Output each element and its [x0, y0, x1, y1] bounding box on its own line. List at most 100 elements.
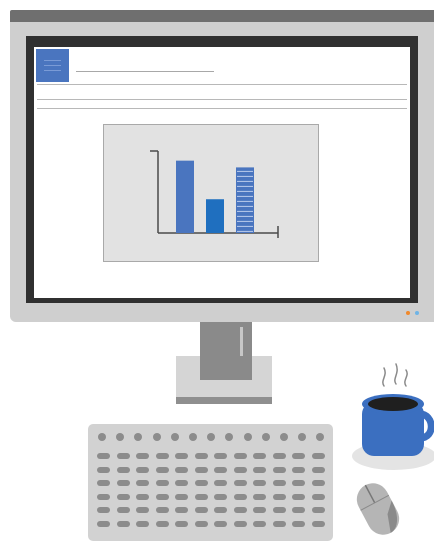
- mouse-svg: [356, 483, 400, 535]
- keyboard-key: [292, 480, 305, 486]
- keyboard-key: [116, 453, 130, 459]
- keyboard-key: [272, 453, 286, 459]
- document-icon-line: [44, 60, 61, 61]
- keyboard-key: [214, 520, 227, 527]
- keyboard-key: [175, 493, 188, 500]
- keyboard-function-key: [170, 433, 179, 441]
- keyboard-key: [253, 520, 266, 527]
- keyboard-key: [136, 480, 149, 486]
- monitor-stand-edge: [176, 397, 272, 404]
- keyboard-key: [136, 466, 149, 473]
- keyboard-function-key: [207, 433, 216, 441]
- keyboard-key: [194, 480, 208, 486]
- coffee-mug-svg: [352, 363, 434, 470]
- document-icon-line: [44, 65, 61, 66]
- keyboard-key: [311, 466, 325, 473]
- keyboard-key: [214, 493, 227, 500]
- keyboard-key: [214, 507, 227, 513]
- divider-middle: [37, 99, 407, 100]
- monitor-top-edge: [10, 10, 434, 22]
- keyboard-key: [155, 480, 169, 486]
- divider-top: [37, 84, 407, 85]
- keyboard-key: [175, 507, 188, 513]
- keyboard-function-key: [243, 433, 252, 441]
- keyboard-key: [97, 480, 110, 486]
- keyboard-key: [292, 507, 305, 513]
- keyboard-function-key: [116, 433, 125, 441]
- keyboard-key: [311, 507, 325, 513]
- steam-wisp: [404, 369, 408, 387]
- divider-bottom: [37, 108, 407, 109]
- monitor-screen: [34, 47, 410, 298]
- keyboard-key: [116, 507, 130, 513]
- keyboard-key: [194, 507, 208, 513]
- keyboard-key: [233, 466, 247, 473]
- keyboard-key: [311, 520, 325, 527]
- power-led-blue: [415, 311, 419, 315]
- monitor-stand-joint: [200, 356, 252, 380]
- coffee-mug-icon: [350, 362, 434, 472]
- keyboard-key: [97, 507, 110, 513]
- keyboard-key: [116, 493, 130, 500]
- keyboard-key: [253, 507, 266, 513]
- keyboard-key: [233, 520, 247, 527]
- keyboard-key: [194, 493, 208, 500]
- keyboard-key: [272, 493, 286, 500]
- monitor-stand: [176, 356, 272, 404]
- keyboard-function-key: [261, 433, 270, 441]
- keyboard-key: [253, 480, 266, 486]
- steam-wisp: [394, 363, 398, 385]
- keyboard-key: [272, 480, 286, 486]
- mouse-body: [356, 483, 400, 535]
- keyboard-key: [155, 507, 169, 513]
- keyboard-key: [292, 520, 305, 527]
- keyboard-key: [175, 453, 188, 459]
- monitor-bezel: [26, 36, 418, 303]
- keyboard-key: [311, 493, 325, 500]
- keyboard-key: [155, 466, 169, 473]
- keyboard-key: [194, 466, 208, 473]
- steam-wisp: [382, 367, 386, 387]
- document-text: [40, 86, 406, 96]
- keyboard-key: [155, 453, 169, 459]
- chart-panel: [103, 124, 319, 262]
- keyboard-key: [155, 493, 169, 500]
- keyboard-function-key: [225, 433, 234, 441]
- keyboard-key: [311, 480, 325, 486]
- keyboard-key: [97, 493, 110, 500]
- keyboard-key: [214, 453, 227, 459]
- keyboard-key: [233, 507, 247, 513]
- keyboard-key: [194, 520, 208, 527]
- keyboard-key: [116, 520, 130, 527]
- desk-illustration: [0, 0, 434, 543]
- mouse-icon: [350, 478, 406, 540]
- keyboard-key: [214, 480, 227, 486]
- chart-bar: [176, 160, 194, 233]
- document-icon: [36, 49, 69, 82]
- keyboard-key: [253, 493, 266, 500]
- keyboard-function-key: [280, 433, 288, 441]
- keyboard-key: [292, 493, 305, 500]
- keyboard-key: [155, 520, 169, 527]
- keyboard-function-key: [298, 433, 307, 441]
- keyboard-key: [253, 453, 266, 459]
- keyboard-key: [97, 466, 110, 473]
- document-icon-line: [44, 70, 61, 71]
- keyboard-key: [116, 466, 130, 473]
- keyboard-key: [233, 493, 247, 500]
- keyboard-key: [136, 520, 149, 527]
- keyboard-key: [292, 466, 305, 473]
- keyboard-key: [272, 520, 286, 527]
- keyboard-key: [233, 453, 247, 459]
- keyboard-key: [116, 480, 130, 486]
- keyboard-function-key: [152, 433, 161, 441]
- title-underline: [76, 71, 214, 72]
- monitor: [10, 22, 434, 322]
- keyboard-key: [253, 466, 266, 473]
- keyboard-key: [233, 480, 247, 486]
- keyboard-key: [97, 520, 110, 527]
- bar-chart: [150, 150, 279, 238]
- keyboard-key: [292, 453, 305, 459]
- power-led-orange: [406, 311, 410, 315]
- chart-bar: [236, 167, 254, 233]
